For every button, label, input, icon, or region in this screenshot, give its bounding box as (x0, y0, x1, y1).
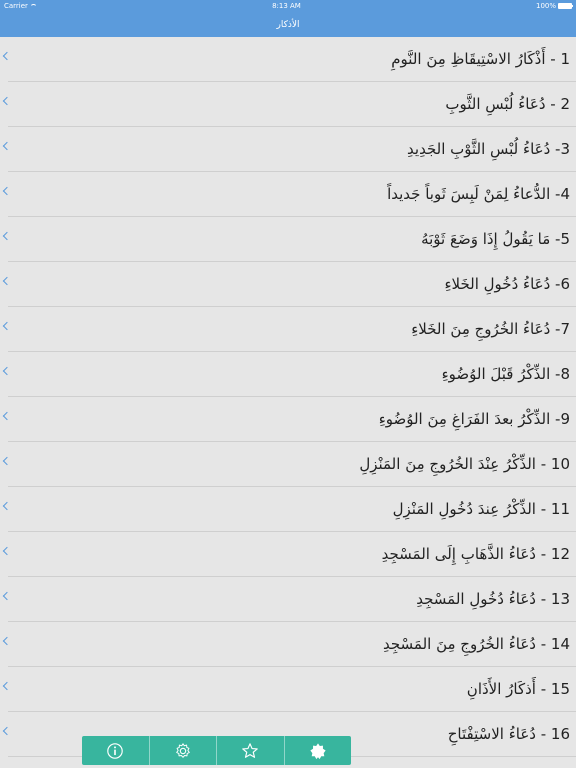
list-item-label: 5- مَا يَقُولُ إِذَا وَضَعَ ثَوْبَهُ (421, 230, 570, 248)
list-item-label: 13 - دُعَاءُ دُخُولِ المَسْجِدِ (416, 590, 570, 608)
list-item[interactable]: 5- مَا يَقُولُ إِذَا وَضَعَ ثَوْبَهُ (2, 217, 576, 262)
list-item[interactable]: 11 - الذِّكْرُ عِندَ دُخُولِ المَنْزِلِ (2, 487, 576, 532)
list-item-label: 1 - أَذْكَارُ الاسْتِيقَاظِ مِنَ النَّوم… (391, 50, 570, 68)
status-bar: Carrier 8:13 AM 100% (0, 0, 576, 12)
list-item-label: 10 - الذِّكْرُ عِنْدَ الخُرُوجِ مِنَ الم… (359, 455, 570, 473)
list-item-label: 12 - دُعَاءُ الذَّهَابِ إِلَى المَسْجِدِ (381, 545, 570, 563)
chevron-left-icon (2, 276, 12, 286)
chevron-left-icon (2, 636, 12, 646)
list-item-label: 15 - أَذكَارُ الأَذَانِ (466, 680, 570, 698)
tab-bar (82, 736, 351, 765)
list-item[interactable]: 1 - أَذْكَارُ الاسْتِيقَاظِ مِنَ النَّوم… (2, 37, 576, 82)
list-item[interactable]: 6- دُعَاءُ دُخُولِ الخَلاءِ (2, 262, 576, 307)
list-item[interactable]: 10 - الذِّكْرُ عِنْدَ الخُرُوجِ مِنَ الم… (2, 442, 576, 487)
wifi-icon (29, 3, 37, 9)
list-item[interactable]: 9- الذِّكْرُ بعدَ الفَرَاغِ مِنَ الوُضُو… (2, 397, 576, 442)
chevron-left-icon (2, 726, 12, 736)
chevron-left-icon (2, 141, 12, 151)
chevron-left-icon (2, 681, 12, 691)
status-right: 100% (535, 2, 573, 10)
status-time: 8:13 AM (272, 2, 301, 10)
list-item[interactable]: 15 - أَذكَارُ الأَذَانِ (2, 667, 576, 712)
list-item-label: 9- الذِّكْرُ بعدَ الفَرَاغِ مِنَ الوُضُو… (378, 410, 570, 428)
chevron-left-icon (2, 546, 12, 556)
list-item-label: 16 - دُعَاءُ الاسْتِفْتَاحِ (447, 725, 570, 743)
tab-azkar[interactable] (285, 736, 352, 765)
tab-info[interactable] (82, 736, 150, 765)
status-left: Carrier (4, 2, 37, 10)
carrier-label: Carrier (4, 2, 28, 10)
list-item[interactable]: 12 - دُعَاءُ الذَّهَابِ إِلَى المَسْجِدِ (2, 532, 576, 577)
list-item-label: 8- الذِّكْرُ قَبْلَ الوُضُوءِ (441, 365, 570, 383)
azkar-list[interactable]: 1 - أَذْكَارُ الاسْتِيقَاظِ مِنَ النَّوم… (0, 37, 576, 768)
battery-percent: 100% (535, 2, 556, 10)
chevron-left-icon (2, 411, 12, 421)
list-item[interactable]: 3- دُعَاءُ لُبْسِ الثَّوْبِ الجَدِيدِ (2, 127, 576, 172)
list-item[interactable]: 4- الدُّعاءُ لِمَنْ لَبِسَ ثَوباً جَديدا… (2, 172, 576, 217)
list-item[interactable]: 8- الذِّكْرُ قَبْلَ الوُضُوءِ (2, 352, 576, 397)
list-item[interactable]: 14 - دُعَاءُ الخُرُوجِ مِنَ المَسْجِدِ (2, 622, 576, 667)
battery-icon (558, 3, 573, 9)
list-item-label: 6- دُعَاءُ دُخُولِ الخَلاءِ (444, 275, 570, 293)
chevron-left-icon (2, 321, 12, 331)
list-item[interactable]: 2 - دُعَاءُ لُبْسِ الثَّوبِ (2, 82, 576, 127)
chevron-left-icon (2, 591, 12, 601)
chevron-left-icon (2, 501, 12, 511)
list-item[interactable]: 13 - دُعَاءُ دُخُولِ المَسْجِدِ (2, 577, 576, 622)
chevron-left-icon (2, 186, 12, 196)
list-item[interactable]: 7- دُعَاءُ الخُرُوجِ مِنَ الخَلاءِ (2, 307, 576, 352)
chevron-left-icon (2, 96, 12, 106)
chevron-left-icon (2, 231, 12, 241)
navigation-bar: الأذكار (0, 12, 576, 37)
star-icon (242, 742, 259, 758)
chevron-left-icon (2, 366, 12, 376)
page-title: الأذكار (276, 19, 300, 30)
chevron-left-icon (2, 51, 12, 61)
info-icon (107, 742, 124, 759)
list-item-label: 14 - دُعَاءُ الخُرُوجِ مِنَ المَسْجِدِ (382, 635, 570, 653)
list-item-label: 2 - دُعَاءُ لُبْسِ الثَّوبِ (445, 95, 570, 113)
chevron-left-icon (2, 456, 12, 466)
list-item-label: 7- دُعَاءُ الخُرُوجِ مِنَ الخَلاءِ (411, 320, 570, 338)
settings-icon (175, 742, 190, 758)
list-item-label: 3- دُعَاءُ لُبْسِ الثَّوْبِ الجَدِيدِ (407, 140, 570, 158)
tab-settings[interactable] (150, 736, 217, 765)
list-item-label: 4- الدُّعاءُ لِمَنْ لَبِسَ ثَوباً جَديدا… (387, 185, 570, 203)
azkar-icon (310, 742, 326, 759)
tab-favorites[interactable] (217, 736, 285, 765)
list-item-label: 11 - الذِّكْرُ عِندَ دُخُولِ المَنْزِلِ (392, 500, 570, 518)
